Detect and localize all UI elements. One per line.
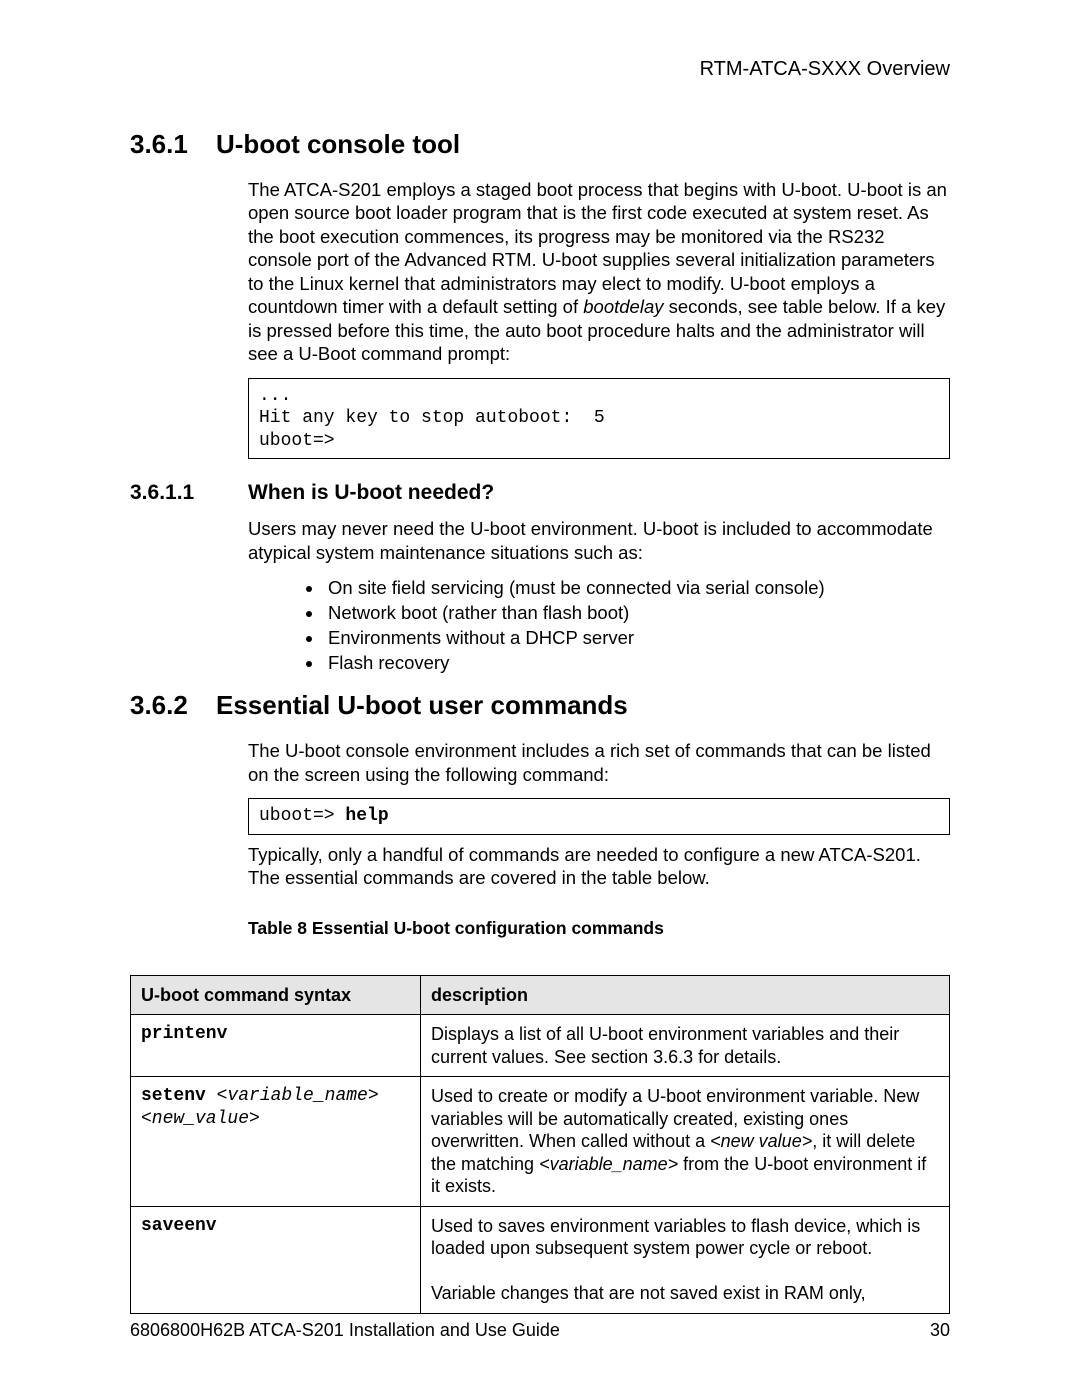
uboot-commands-table: U-boot command syntax description printe… <box>130 975 950 1314</box>
table-caption: Table 8 Essential U-boot configuration c… <box>248 918 950 939</box>
section-362-body: The U-boot console environment includes … <box>248 739 950 786</box>
code-command: help <box>345 806 388 826</box>
para-3611: Users may never need the U-boot environm… <box>248 517 950 564</box>
para-em: bootdelay <box>583 296 663 317</box>
page-footer: 6806800H62B ATCA-S201 Installation and U… <box>130 1320 950 1341</box>
table-row: setenv <variable_name> <new_value> Used t… <box>131 1077 950 1207</box>
heading-title: When is U-boot needed? <box>248 481 494 505</box>
code-autoboot: ... Hit any key to stop autoboot: 5 uboo… <box>248 378 950 460</box>
cmd-cell: setenv <variable_name> <new_value> <box>131 1077 421 1207</box>
page-number: 30 <box>930 1320 950 1341</box>
heading-361: 3.6.1 U-boot console tool <box>130 129 950 160</box>
heading-number: 3.6.1.1 <box>130 481 248 505</box>
col-header-syntax: U-boot command syntax <box>131 975 421 1015</box>
heading-3611: 3.6.1.1 When is U-boot needed? <box>130 481 950 505</box>
heading-title: U-boot console tool <box>216 129 460 160</box>
code-prompt: uboot=> <box>259 806 345 826</box>
cmd-name: setenv <box>141 1086 206 1106</box>
para-362-1: The U-boot console environment includes … <box>248 739 950 786</box>
section-361-body: The ATCA-S201 employs a staged boot proc… <box>248 178 950 366</box>
running-header: RTM-ATCA-SXXX Overview <box>130 58 950 81</box>
desc-cell: Used to saves environment variables to f… <box>421 1206 950 1313</box>
heading-title: Essential U-boot user commands <box>216 690 628 721</box>
para-362-2: Typically, only a handful of commands ar… <box>248 843 950 890</box>
footer-doc-id: 6806800H62B ATCA-S201 Installation and U… <box>130 1320 560 1340</box>
heading-number: 3.6.1 <box>130 129 216 160</box>
section-362-body2: Typically, only a handful of commands ar… <box>248 843 950 890</box>
list-item: Environments without a DHCP server <box>324 626 950 651</box>
table-row: saveenv Used to saves environment variab… <box>131 1206 950 1313</box>
list-item: Network boot (rather than flash boot) <box>324 601 950 626</box>
heading-362: 3.6.2 Essential U-boot user commands <box>130 690 950 721</box>
col-header-desc: description <box>421 975 950 1015</box>
desc-cell: Displays a list of all U-boot environmen… <box>421 1015 950 1077</box>
cmd-cell: saveenv <box>131 1206 421 1313</box>
cmd-arg: <new_value> <box>141 1109 260 1129</box>
cmd-arg: <variable_name> <box>217 1086 379 1106</box>
desc-em: <new value> <box>710 1131 812 1151</box>
heading-number: 3.6.2 <box>130 690 216 721</box>
list-item: Flash recovery <box>324 651 950 676</box>
code-help: uboot=> help <box>248 798 950 835</box>
bullet-list: On site field servicing (must be connect… <box>248 576 950 676</box>
cmd-cell: printenv <box>131 1015 421 1077</box>
table-row: printenv Displays a list of all U-boot e… <box>131 1015 950 1077</box>
table-header-row: U-boot command syntax description <box>131 975 950 1015</box>
page: RTM-ATCA-SXXX Overview 3.6.1 U-boot cons… <box>0 0 1080 1397</box>
desc-cell: Used to create or modify a U-boot enviro… <box>421 1077 950 1207</box>
para-361: The ATCA-S201 employs a staged boot proc… <box>248 178 950 366</box>
desc-em: <variable_name> <box>539 1154 678 1174</box>
list-item: On site field servicing (must be connect… <box>324 576 950 601</box>
section-3611-body: Users may never need the U-boot environm… <box>248 517 950 676</box>
